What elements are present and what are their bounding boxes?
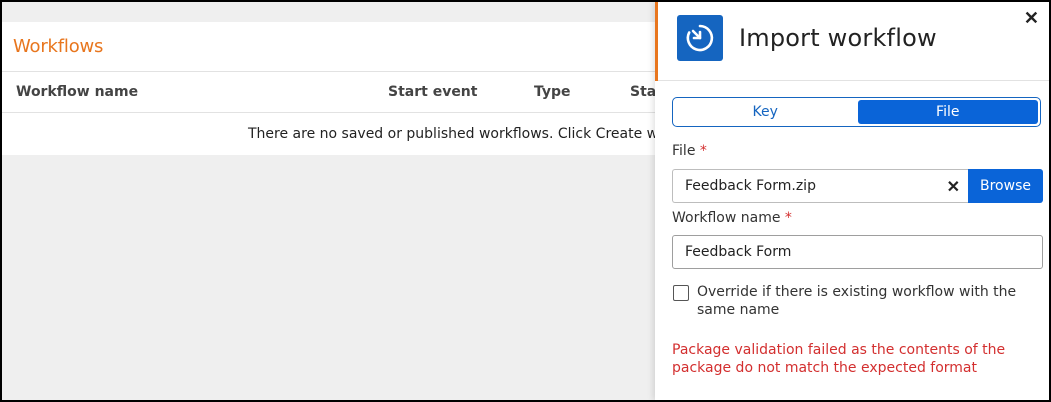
tab-file[interactable]: File	[857, 100, 1038, 124]
page-title: Workflows	[13, 36, 104, 57]
required-marker: *	[699, 143, 707, 159]
workflows-card: Workflows Workflow name Start event Type…	[2, 22, 689, 155]
browse-button[interactable]: Browse	[968, 169, 1043, 203]
divider	[2, 71, 657, 72]
divider	[2, 112, 657, 113]
file-label-text: File	[672, 143, 696, 159]
workflow-name-label: Workflow name *	[672, 210, 792, 226]
override-checkbox[interactable]	[673, 285, 689, 301]
clear-file-icon[interactable]: ✕	[947, 177, 960, 197]
file-name-value: Feedback Form.zip	[685, 178, 816, 194]
required-marker: *	[784, 210, 792, 226]
column-header-start-event[interactable]: Start event	[388, 84, 477, 100]
override-label: Override if there is existing workflow w…	[697, 284, 1017, 318]
workflow-name-input[interactable]	[672, 235, 1043, 269]
error-message: Package validation failed as the content…	[672, 342, 1006, 376]
file-field[interactable]: Feedback Form.zip ✕	[672, 169, 969, 203]
app-frame: Workflows Workflow name Start event Type…	[2, 2, 1049, 400]
column-header-workflow-name[interactable]: Workflow name	[16, 84, 138, 100]
panel-title: Import workflow	[739, 24, 937, 52]
workflow-name-label-text: Workflow name	[672, 210, 781, 226]
source-toggle: Key File	[672, 97, 1041, 127]
file-label: File *	[672, 143, 707, 159]
close-icon[interactable]: ✕	[1024, 8, 1039, 28]
empty-state-message: There are no saved or published workflow…	[248, 126, 690, 142]
column-header-type[interactable]: Type	[534, 84, 571, 100]
import-workflow-panel: Import workflow ✕ Key File File * Feedba…	[655, 2, 1049, 400]
import-clock-icon	[677, 15, 723, 61]
tab-key[interactable]: Key	[675, 100, 856, 124]
panel-accent-bar	[655, 2, 658, 81]
